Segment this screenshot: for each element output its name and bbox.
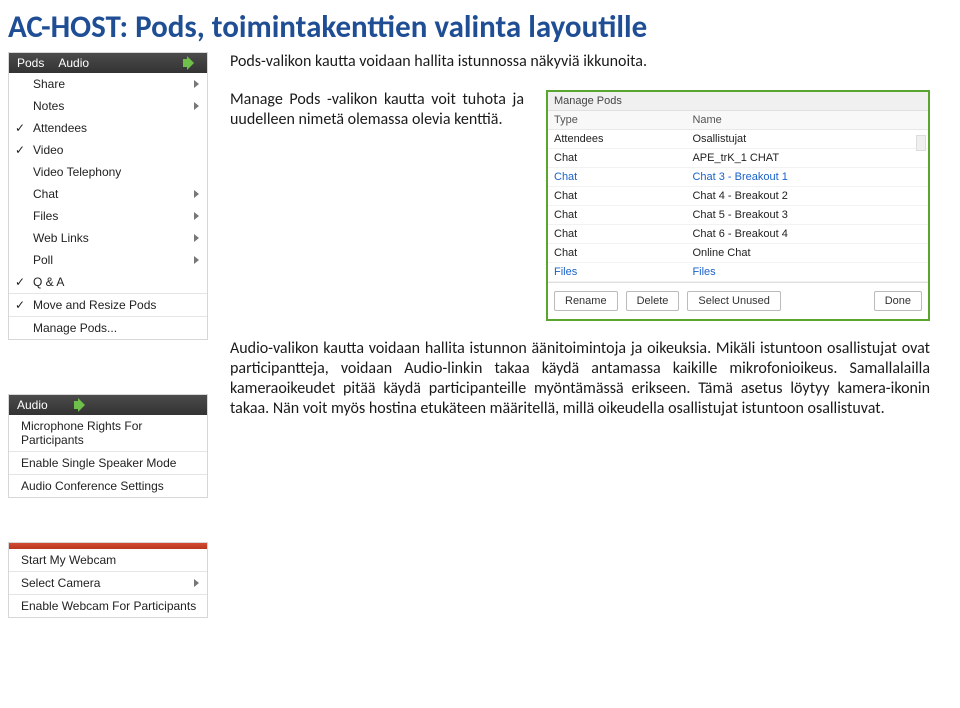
- scrollbar[interactable]: [916, 135, 926, 151]
- menu-item-select-camera[interactable]: Select Camera: [9, 571, 207, 594]
- chevron-right-icon: [194, 212, 199, 220]
- menubar-item-pods[interactable]: Pods: [17, 56, 44, 70]
- chevron-right-icon: [194, 579, 199, 587]
- pods-menu: Pods Audio Share Notes ✓Attendees ✓Video…: [8, 52, 208, 340]
- menu-item-video[interactable]: ✓Video: [9, 139, 207, 161]
- menu-item-qa[interactable]: ✓Q & A: [9, 271, 207, 293]
- audio-menu: Audio Microphone Rights For Participants…: [8, 394, 208, 498]
- audio-menubar: Audio: [9, 395, 207, 415]
- menu-item-manage-pods[interactable]: Manage Pods...: [9, 316, 207, 339]
- page-title: AC-HOST: Pods, toimintakenttien valinta …: [8, 8, 930, 46]
- table-row[interactable]: AttendeesOsallistujat: [548, 130, 928, 149]
- menubar-item-audio[interactable]: Audio: [58, 56, 89, 70]
- dialog-title: Manage Pods: [548, 92, 928, 111]
- paragraph-3: Audio-valikon kautta voidaan hallita ist…: [230, 339, 930, 419]
- select-unused-button[interactable]: Select Unused: [687, 291, 781, 311]
- col-name[interactable]: Name: [686, 111, 928, 130]
- paragraph-2: Manage Pods -valikon kautta voit tuhota …: [230, 90, 524, 130]
- menu-item-share[interactable]: Share: [9, 73, 207, 95]
- chevron-right-icon: [194, 102, 199, 110]
- table-row[interactable]: ChatChat 4 - Breakout 2: [548, 187, 928, 206]
- menu-item-web-links[interactable]: Web Links: [9, 227, 207, 249]
- table-row[interactable]: FilesFiles: [548, 263, 928, 282]
- delete-button[interactable]: Delete: [626, 291, 680, 311]
- table-row[interactable]: ChatChat 5 - Breakout 3: [548, 206, 928, 225]
- menu-item-video-telephony[interactable]: Video Telephony: [9, 161, 207, 183]
- chevron-right-icon: [194, 256, 199, 264]
- menu-item-start-webcam[interactable]: Start My Webcam: [9, 549, 207, 571]
- webcam-menu: Start My Webcam Select Camera Enable Web…: [8, 542, 208, 618]
- menu-item-move-resize[interactable]: ✓Move and Resize Pods: [9, 293, 207, 316]
- table-row[interactable]: ChatChat 6 - Breakout 4: [548, 225, 928, 244]
- paragraph-1: Pods-valikon kautta voidaan hallita istu…: [230, 52, 930, 72]
- check-icon: ✓: [15, 275, 25, 289]
- check-icon: ✓: [15, 143, 25, 157]
- menu-item-single-speaker[interactable]: Enable Single Speaker Mode: [9, 451, 207, 474]
- pods-table: Type Name AttendeesOsallistujat ChatAPE_…: [548, 111, 928, 282]
- menu-item-attendees[interactable]: ✓Attendees: [9, 117, 207, 139]
- table-row[interactable]: ChatOnline Chat: [548, 244, 928, 263]
- manage-pods-dialog: Manage Pods Type Name AttendeesOsallistu…: [546, 90, 930, 321]
- check-icon: ✓: [15, 121, 25, 135]
- chevron-right-icon: [194, 190, 199, 198]
- chevron-right-icon: [194, 80, 199, 88]
- menubar-item-audio-2[interactable]: Audio: [17, 398, 48, 412]
- table-row-selected[interactable]: ChatChat 3 - Breakout 1: [548, 168, 928, 187]
- speaker-icon[interactable]: [183, 56, 199, 70]
- menu-item-mic-rights[interactable]: Microphone Rights For Participants: [9, 415, 207, 451]
- chevron-right-icon: [194, 234, 199, 242]
- done-button[interactable]: Done: [874, 291, 922, 311]
- check-icon: ✓: [15, 298, 25, 312]
- col-type[interactable]: Type: [548, 111, 686, 130]
- menu-item-poll[interactable]: Poll: [9, 249, 207, 271]
- speaker-icon[interactable]: [74, 398, 90, 412]
- menu-item-notes[interactable]: Notes: [9, 95, 207, 117]
- menu-item-files[interactable]: Files: [9, 205, 207, 227]
- table-row[interactable]: ChatAPE_trK_1 CHAT: [548, 149, 928, 168]
- menu-item-chat[interactable]: Chat: [9, 183, 207, 205]
- menu-item-audio-conf-settings[interactable]: Audio Conference Settings: [9, 474, 207, 497]
- pods-menubar: Pods Audio: [9, 53, 207, 73]
- rename-button[interactable]: Rename: [554, 291, 618, 311]
- menu-item-enable-webcam-participants[interactable]: Enable Webcam For Participants: [9, 594, 207, 617]
